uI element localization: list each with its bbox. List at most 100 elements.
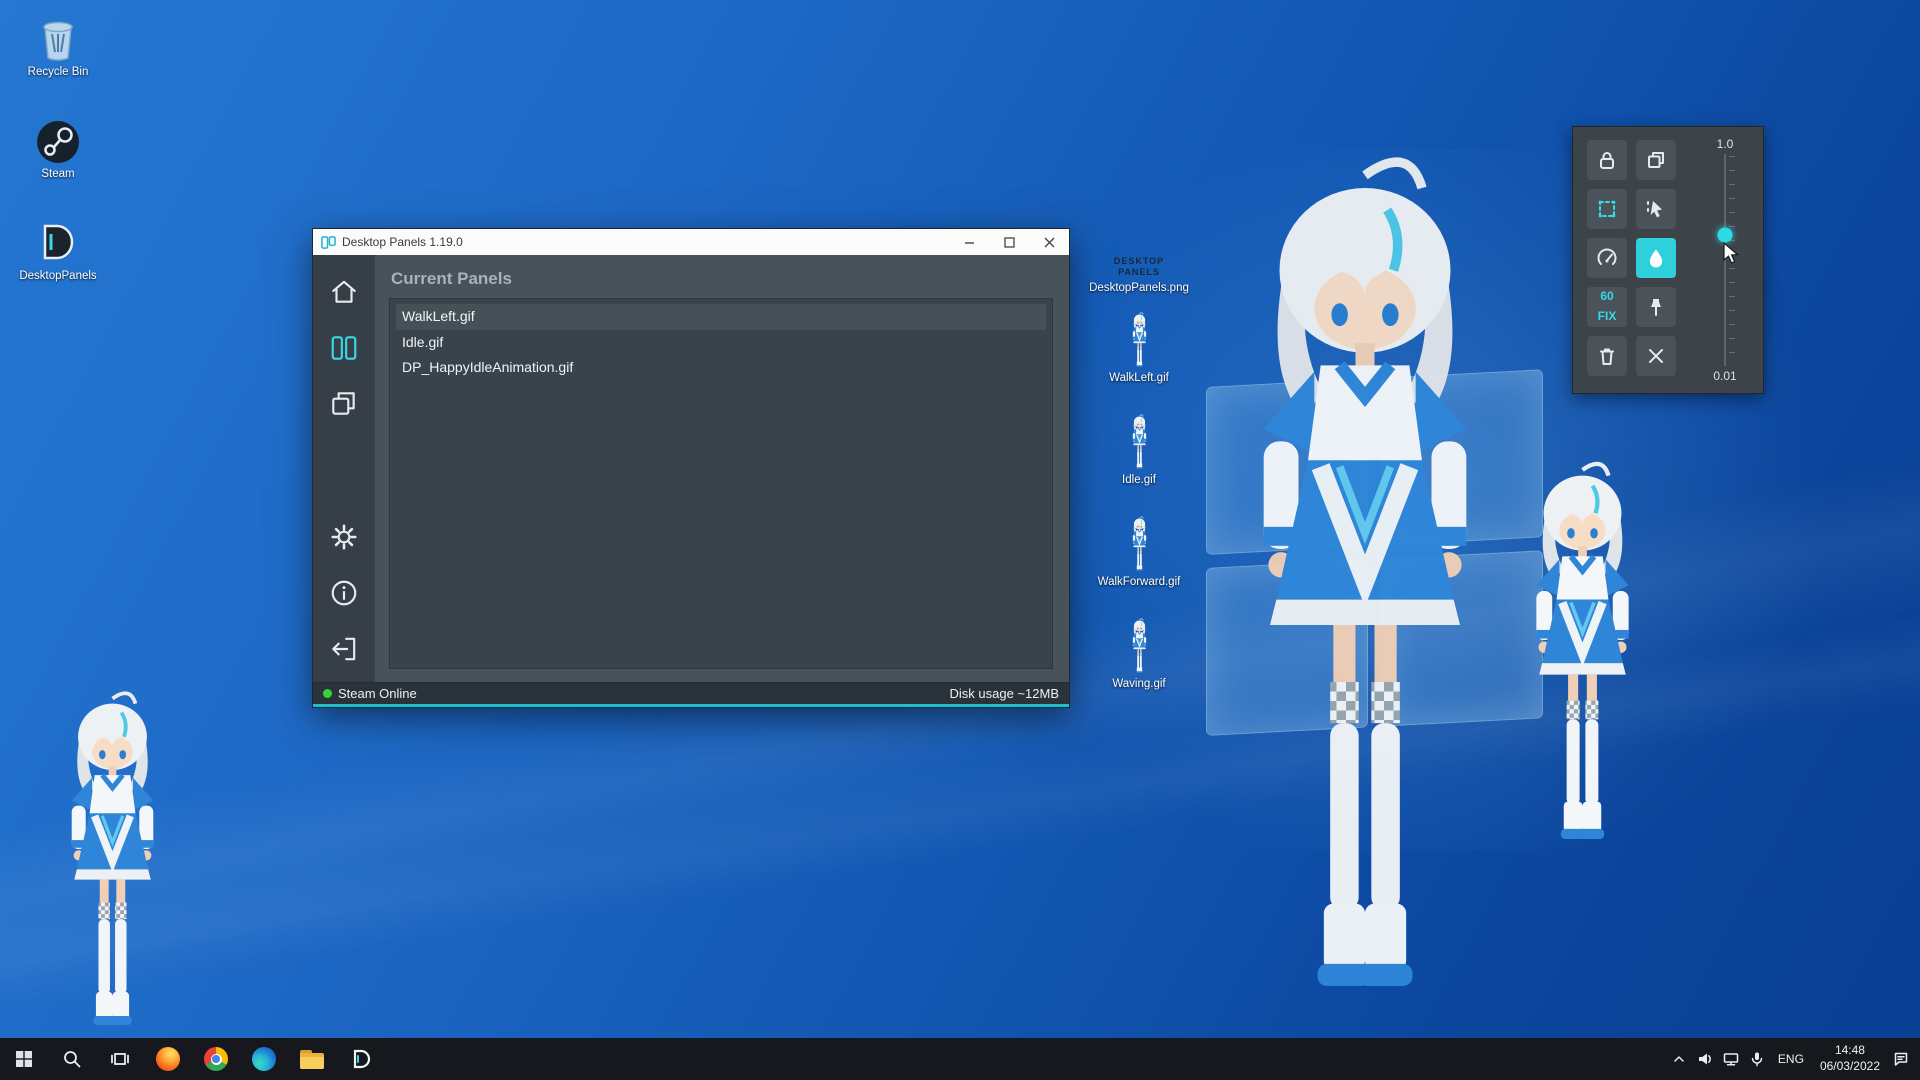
mouse-cursor xyxy=(1722,242,1744,266)
minimize-button[interactable] xyxy=(949,229,989,255)
trash-icon xyxy=(1594,343,1620,369)
home-icon xyxy=(329,277,359,307)
desktop-panels-logo-image: DESKTOP PANELS xyxy=(1114,226,1164,278)
microphone-icon xyxy=(1748,1050,1766,1068)
sidebar-item-info[interactable] xyxy=(323,572,365,614)
task-view-button[interactable] xyxy=(96,1038,144,1080)
tray-microphone-button[interactable] xyxy=(1744,1038,1770,1080)
desktop-icon-walkleft-gif[interactable]: WalkLeft.gif xyxy=(1079,316,1199,386)
desktop-panels-icon xyxy=(349,1048,371,1070)
language-indicator[interactable]: ENG xyxy=(1778,1052,1804,1066)
firefox-icon xyxy=(156,1047,180,1071)
sidebar-item-panels[interactable] xyxy=(323,327,365,369)
desktop-panels-window: Desktop Panels 1.19.0 xyxy=(312,228,1070,708)
fps-fix-button[interactable]: 60 FIX xyxy=(1587,287,1627,327)
gif-thumbnail xyxy=(1127,316,1152,368)
list-item[interactable]: DP_HappyIdleAnimation.gif xyxy=(396,355,1046,381)
volume-icon xyxy=(1696,1050,1714,1068)
tray-network-button[interactable] xyxy=(1718,1038,1744,1080)
notification-icon xyxy=(1892,1050,1910,1068)
speed-button[interactable] xyxy=(1587,238,1627,278)
window-titlebar[interactable]: Desktop Panels 1.19.0 xyxy=(313,229,1069,255)
info-icon xyxy=(329,578,359,608)
pin-button[interactable] xyxy=(1636,287,1676,327)
desktop-panels-app-icon xyxy=(37,214,79,266)
gif-thumbnail xyxy=(1127,418,1152,470)
dashed-selection-icon xyxy=(1594,196,1620,222)
tray-volume-button[interactable] xyxy=(1692,1038,1718,1080)
chrome-icon xyxy=(204,1047,228,1071)
list-item[interactable]: Idle.gif xyxy=(396,330,1046,356)
taskbar-chrome[interactable] xyxy=(192,1038,240,1080)
droplet-icon xyxy=(1643,245,1669,271)
pin-icon xyxy=(1643,294,1669,320)
action-center-button[interactable] xyxy=(1888,1038,1914,1080)
logo-text-line1: DESKTOP xyxy=(1114,256,1164,267)
system-tray: ENG 14:48 06/03/2022 xyxy=(1666,1038,1920,1080)
file-explorer-icon xyxy=(300,1050,324,1069)
lock-button[interactable] xyxy=(1587,140,1627,180)
character-panel-medium[interactable] xyxy=(1496,458,1669,848)
slider-max-label: 1.0 xyxy=(1717,137,1734,151)
sidebar-item-library[interactable] xyxy=(323,383,365,425)
desktop-icon-steam[interactable]: Steam xyxy=(10,112,106,182)
desktop-icon-label: WalkForward.gif xyxy=(1098,576,1181,590)
desktop-icon-label: DesktopPanels.png xyxy=(1089,282,1189,296)
close-icon xyxy=(1643,343,1669,369)
clock[interactable]: 14:48 06/03/2022 xyxy=(1820,1043,1880,1074)
current-panels-list[interactable]: WalkLeft.gif Idle.gif DP_HappyIdleAnimat… xyxy=(389,298,1053,669)
gear-icon xyxy=(329,522,359,552)
window-title: Desktop Panels 1.19.0 xyxy=(342,235,949,249)
gif-thumbnail xyxy=(1127,520,1152,572)
desktop-icon-label: Recycle Bin xyxy=(28,66,89,80)
fps-fix-line2: FIX xyxy=(1598,310,1617,323)
list-item[interactable]: WalkLeft.gif xyxy=(396,304,1046,330)
select-region-button[interactable] xyxy=(1587,189,1627,229)
close-panel-button[interactable] xyxy=(1636,336,1676,376)
desktop-icon-walkforward-gif[interactable]: WalkForward.gif xyxy=(1079,520,1199,590)
page-title: Current Panels xyxy=(391,269,1053,289)
pointer-select-button[interactable] xyxy=(1636,189,1676,229)
start-button[interactable] xyxy=(0,1038,48,1080)
close-button[interactable] xyxy=(1029,229,1069,255)
copy-icon xyxy=(1643,147,1669,173)
desktop-icon-desktoppanels-png[interactable]: DESKTOP PANELS DesktopPanels.png xyxy=(1079,226,1199,296)
library-icon xyxy=(329,389,359,419)
desktop-icon-waving-gif[interactable]: Waving.gif xyxy=(1079,622,1199,692)
opacity-button[interactable] xyxy=(1636,238,1676,278)
desktop-icon-desktoppanels[interactable]: DesktopPanels xyxy=(10,214,106,284)
delete-button[interactable] xyxy=(1587,336,1627,376)
task-view-icon xyxy=(110,1049,130,1069)
duplicate-button[interactable] xyxy=(1636,140,1676,180)
steam-status-dot xyxy=(323,689,332,698)
windows-logo-icon xyxy=(14,1049,34,1069)
desktop-icon-label: Steam xyxy=(41,168,74,182)
gif-thumbnail xyxy=(1127,622,1152,674)
desktop-icon-label: Idle.gif xyxy=(1122,474,1156,488)
taskbar-desktoppanels[interactable] xyxy=(336,1038,384,1080)
network-icon xyxy=(1722,1050,1740,1068)
tray-show-hidden-button[interactable] xyxy=(1666,1038,1692,1080)
taskbar-firefox[interactable] xyxy=(144,1038,192,1080)
taskbar-edge[interactable] xyxy=(240,1038,288,1080)
taskbar-search-button[interactable] xyxy=(48,1038,96,1080)
maximize-button[interactable] xyxy=(989,229,1029,255)
sidebar-item-home[interactable] xyxy=(323,271,365,313)
clock-time: 14:48 xyxy=(1820,1043,1880,1059)
slider-min-label: 0.01 xyxy=(1713,369,1736,383)
sidebar-item-exit[interactable] xyxy=(323,628,365,670)
desktop-icon-idle-gif[interactable]: Idle.gif xyxy=(1079,418,1199,488)
window-app-icon xyxy=(321,235,336,250)
window-content: Current Panels WalkLeft.gif Idle.gif DP_… xyxy=(375,255,1069,682)
fps-fix-line1: 60 xyxy=(1600,290,1613,303)
slider-knob[interactable] xyxy=(1718,227,1733,242)
taskbar-file-explorer[interactable] xyxy=(288,1038,336,1080)
exit-icon xyxy=(329,634,359,664)
sidebar-item-settings[interactable] xyxy=(323,516,365,558)
cursor-select-icon xyxy=(1643,196,1669,222)
taskbar: ENG 14:48 06/03/2022 xyxy=(0,1038,1920,1080)
desktop-icon-recycle-bin[interactable]: Recycle Bin xyxy=(10,10,106,80)
character-panel-small[interactable] xyxy=(36,688,189,1033)
gauge-icon xyxy=(1594,245,1620,271)
clock-date: 06/03/2022 xyxy=(1820,1059,1880,1075)
